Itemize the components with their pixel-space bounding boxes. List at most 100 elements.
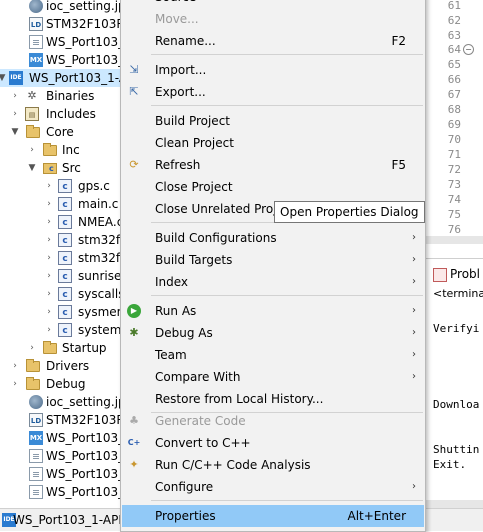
tree-item-label: sunrise_ — [78, 269, 122, 283]
tree-item-core[interactable]: ▼ Core — [0, 123, 122, 141]
chevron-right-icon[interactable]: › — [10, 375, 20, 393]
tree-item-label: NMEA.c — [78, 215, 122, 229]
binaries-icon: ✲ — [27, 89, 37, 102]
tree-item-project-app[interactable]: ▼ IDE WS_Port103_1-A — [0, 69, 122, 87]
menu-separator — [151, 295, 423, 296]
image-file-icon — [29, 395, 43, 409]
tree-item-text-file-4[interactable]: WS_Port103_ — [0, 483, 122, 501]
tree-item-ioc-setting-jpg-2[interactable]: ioc_setting.jpg — [0, 393, 122, 411]
folder-icon — [43, 341, 57, 354]
chevron-right-icon[interactable]: › — [27, 339, 37, 357]
tree-item-label: Src — [62, 161, 81, 175]
menu-item-refresh[interactable]: ⟳ Refresh F5 — [122, 154, 424, 176]
submenu-arrow-icon: › — [412, 276, 416, 287]
chevron-down-icon[interactable]: ▼ — [0, 69, 7, 87]
tree-item-system[interactable]: › c system_ — [0, 321, 122, 339]
fold-collapse-icon[interactable]: − — [463, 44, 474, 55]
c-file-icon: c — [58, 215, 72, 229]
console-line: Exit. — [433, 458, 467, 471]
menu-item-label: Index — [155, 275, 189, 289]
chevron-right-icon[interactable]: › — [44, 195, 54, 213]
line-number: 63 — [447, 29, 461, 42]
context-menu: Source › Move... Rename... F2 ⇲ Import..… — [120, 0, 426, 532]
menu-item-properties[interactable]: Properties Alt+Enter — [122, 505, 424, 527]
menu-item-build-targets[interactable]: Build Targets › — [122, 249, 424, 271]
code-editor[interactable]: 61 62 63 64 65 66 67 68 69 70 71 72 73 7… — [425, 0, 483, 243]
menu-item-close-project[interactable]: Close Project — [122, 176, 424, 198]
chevron-right-icon[interactable]: › — [44, 321, 54, 339]
chevron-right-icon[interactable]: › — [10, 357, 20, 375]
chevron-right-icon[interactable]: › — [10, 87, 20, 105]
chevron-down-icon[interactable]: ▼ — [10, 123, 20, 141]
folder-icon — [26, 359, 40, 372]
tree-item-sysmem[interactable]: › c sysmem — [0, 303, 122, 321]
menu-item-import[interactable]: ⇲ Import... — [122, 59, 424, 81]
tab-problems[interactable]: Probl — [433, 265, 480, 283]
tree-item-label: main.c — [78, 197, 119, 211]
menu-item-compare-with[interactable]: Compare With › — [122, 366, 424, 388]
tree-item-main-c[interactable]: › c main.c — [0, 195, 122, 213]
menu-item-run-as[interactable]: ▶ Run As › — [122, 300, 424, 322]
tree-item-drivers[interactable]: › Drivers — [0, 357, 122, 375]
import-icon: ⇲ — [129, 63, 139, 76]
tree-item-includes[interactable]: › ▤ Includes — [0, 105, 122, 123]
tree-item-stm32f1-a[interactable]: › c stm32f1 — [0, 231, 122, 249]
tree-item-ioc-file-2[interactable]: MX WS_Port103_ — [0, 429, 122, 447]
tree-item-linker-script[interactable]: LD STM32F103R — [0, 15, 122, 33]
chevron-right-icon[interactable]: › — [10, 105, 20, 123]
tree-item-debug[interactable]: › Debug — [0, 375, 122, 393]
source-folder-icon — [43, 162, 57, 176]
tree-item-label: WS_Port103_1-A — [29, 71, 122, 85]
tree-item-nmea-c[interactable]: › c NMEA.c — [0, 213, 122, 231]
chevron-right-icon[interactable]: › — [27, 141, 37, 159]
menu-item-clean-project[interactable]: Clean Project — [122, 132, 424, 154]
tree-item-gps-c[interactable]: › c gps.c — [0, 177, 122, 195]
tree-item-startup[interactable]: › Startup — [0, 339, 122, 357]
menu-item-index[interactable]: Index › — [122, 271, 424, 293]
tree-item-label: stm32f1 — [78, 233, 122, 247]
menu-item-source[interactable]: Source › — [122, 0, 424, 8]
menu-item-label: Source — [155, 0, 196, 8]
tree-item-stm32f1-b[interactable]: › c stm32f1 — [0, 249, 122, 267]
tree-item-text-file-2[interactable]: WS_Port103_ — [0, 447, 122, 465]
tree-item-ioc-setting-jpg[interactable]: ioc_setting.jpg — [0, 0, 122, 15]
menu-item-configure[interactable]: Configure › — [122, 476, 424, 498]
menu-item-convert-to-cpp[interactable]: C+ Convert to C++ — [122, 432, 424, 454]
menu-item-build-configurations[interactable]: Build Configurations › — [122, 227, 424, 249]
tree-item-text-file-3[interactable]: WS_Port103_ — [0, 465, 122, 483]
menu-item-build-project[interactable]: Build Project — [122, 110, 424, 132]
tree-item-binaries[interactable]: › ✲ Binaries — [0, 87, 122, 105]
chevron-right-icon[interactable]: › — [44, 303, 54, 321]
line-number: 70 — [447, 133, 461, 146]
line-number: 66 — [447, 73, 461, 86]
menu-item-restore-local-history[interactable]: Restore from Local History... — [122, 388, 424, 410]
tree-item-label: gps.c — [78, 179, 110, 193]
tree-item-text-file[interactable]: WS_Port103_ — [0, 33, 122, 51]
menu-item-debug-as[interactable]: ✱ Debug As › — [122, 322, 424, 344]
chevron-right-icon[interactable]: › — [44, 285, 54, 303]
menu-item-team[interactable]: Team › — [122, 344, 424, 366]
tree-item-inc[interactable]: › Inc — [0, 141, 122, 159]
tree-item-ioc-file[interactable]: MX WS_Port103_ — [0, 51, 122, 69]
submenu-arrow-icon: › — [412, 0, 416, 8]
linker-file-icon: LD — [29, 17, 43, 31]
menu-item-rename[interactable]: Rename... F2 — [122, 30, 424, 52]
line-number: 69 — [447, 118, 461, 131]
chevron-right-icon[interactable]: › — [44, 213, 54, 231]
line-number: 65 — [447, 58, 461, 71]
chevron-right-icon[interactable]: › — [44, 177, 54, 195]
menu-item-export[interactable]: ⇱ Export... — [122, 81, 424, 103]
menu-item-label: Clean Project — [155, 136, 234, 150]
editor-horizontal-scrollbar[interactable] — [425, 236, 483, 244]
menu-separator — [151, 105, 423, 106]
chevron-down-icon[interactable]: ▼ — [27, 159, 37, 177]
chevron-right-icon[interactable]: › — [44, 249, 54, 267]
tree-item-linker-script-2[interactable]: LD STM32F103R — [0, 411, 122, 429]
menu-item-run-code-analysis[interactable]: ✦ Run C/C++ Code Analysis — [122, 454, 424, 476]
chevron-right-icon[interactable]: › — [44, 267, 54, 285]
tree-item-src[interactable]: ▼ Src — [0, 159, 122, 177]
chevron-right-icon[interactable]: › — [44, 231, 54, 249]
line-number: 72 — [447, 163, 461, 176]
tree-item-syscalls[interactable]: › c syscalls. — [0, 285, 122, 303]
tree-item-sunrise[interactable]: › c sunrise_ — [0, 267, 122, 285]
